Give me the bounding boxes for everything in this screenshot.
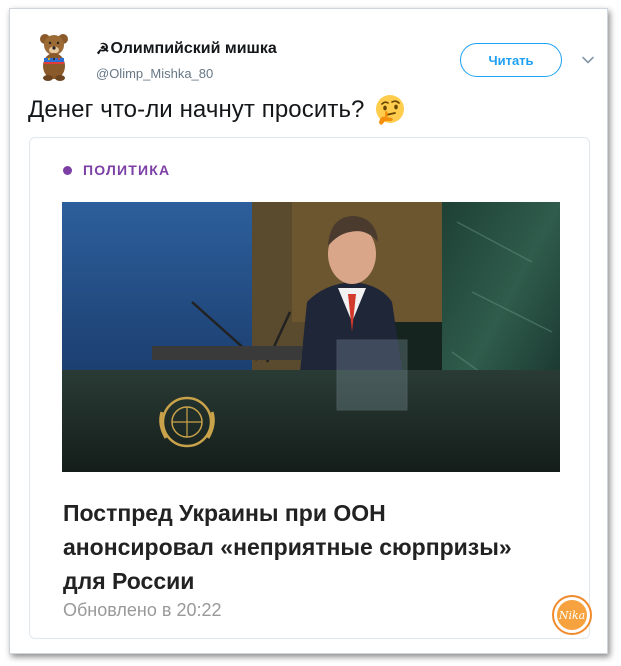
- tweet-text-content: Денег что-ли начнут просить?: [28, 96, 365, 123]
- tweet-text: Денег что-ли начнут просить?: [28, 93, 407, 127]
- author-display-name[interactable]: Олимпийский мишка: [110, 40, 276, 58]
- nika-watermark-logo: Nika: [552, 595, 592, 635]
- avatar[interactable]: [28, 29, 80, 81]
- category-dot: [63, 165, 72, 175]
- headline-line: для России: [63, 568, 195, 594]
- watermark-text: Nika: [558, 609, 585, 622]
- chevron-down-icon: [582, 56, 594, 64]
- olympic-bear-icon: [28, 29, 80, 81]
- author-name-row[interactable]: ☭ Олимпийский мишка: [96, 40, 277, 58]
- more-options-button[interactable]: [581, 53, 595, 67]
- category-label: ПОЛИТИКА: [83, 162, 171, 178]
- follow-button[interactable]: Читать: [460, 43, 562, 77]
- hammer-sickle-icon: ☭: [96, 41, 110, 58]
- headline-line: Постпред Украины при ООН: [63, 500, 386, 526]
- link-card[interactable]: ПОЛИТИКА Постпред Украины при ООН анонси…: [29, 137, 590, 639]
- tweet-header: ☭ Олимпийский мишка @Olimp_Mishka_80 Чит…: [28, 29, 594, 89]
- tweet-embed: ☭ Олимпийский мишка @Olimp_Mishka_80 Чит…: [9, 8, 608, 654]
- updated-time: Обновлено в 20:22: [63, 600, 222, 620]
- article-photo[interactable]: [62, 202, 560, 472]
- author-handle[interactable]: @Olimp_Mishka_80: [96, 66, 213, 81]
- headline-line: анонсировал «неприятные сюрпризы»: [63, 534, 512, 560]
- article-headline[interactable]: Постпред Украины при ООН анонсировал «не…: [63, 496, 543, 598]
- category-tag: ПОЛИТИКА: [63, 162, 170, 178]
- thinking-face-emoji: [375, 95, 404, 125]
